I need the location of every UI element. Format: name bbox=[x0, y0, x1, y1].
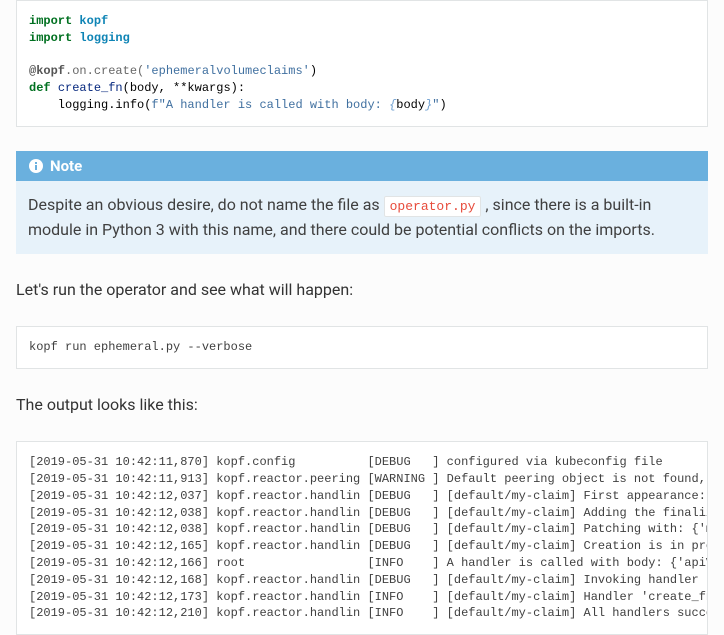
punct: ) bbox=[310, 64, 317, 78]
note-body: Despite an obvious desire, do not name t… bbox=[16, 181, 708, 255]
paragraph-run: Let's run the operator and see what will… bbox=[16, 278, 708, 302]
inline-code-operator-py: operator.py bbox=[384, 196, 482, 217]
call: logging.info( bbox=[29, 98, 151, 112]
kw-import: import bbox=[29, 31, 72, 45]
output-block: [2019-05-31 10:42:11,870] kopf.config [D… bbox=[16, 441, 708, 635]
punct: .on.create( bbox=[65, 64, 144, 78]
log-line: [2019-05-31 10:42:12,038] kopf.reactor.h… bbox=[29, 522, 708, 536]
log-line: [2019-05-31 10:42:12,166] root [INFO ] A… bbox=[29, 556, 708, 570]
note-text-pre: Despite an obvious desire, do not name t… bbox=[28, 195, 384, 214]
log-line: [2019-05-31 10:42:12,210] kopf.reactor.h… bbox=[29, 606, 708, 620]
paragraph-output: The output looks like this: bbox=[16, 393, 708, 417]
mod-logging: logging bbox=[79, 31, 129, 45]
var: body bbox=[396, 98, 425, 112]
log-line: [2019-05-31 10:42:12,037] kopf.reactor.h… bbox=[29, 489, 708, 503]
python-code-block: import kopf import logging @kopf.on.crea… bbox=[16, 0, 708, 127]
mod-kopf: kopf bbox=[79, 14, 108, 28]
log-line: [2019-05-31 10:42:11,913] kopf.reactor.p… bbox=[29, 472, 708, 486]
log-line: [2019-05-31 10:42:12,038] kopf.reactor.h… bbox=[29, 506, 708, 520]
fn-name: create_fn bbox=[58, 81, 123, 95]
log-line: [2019-05-31 10:42:12,168] kopf.reactor.h… bbox=[29, 573, 708, 587]
kw-def: def bbox=[29, 81, 51, 95]
kw-import: import bbox=[29, 14, 72, 28]
punct: ) bbox=[439, 98, 446, 112]
info-circle-icon bbox=[28, 158, 44, 174]
note-admonition: Note Despite an obvious desire, do not n… bbox=[16, 151, 708, 255]
fstring: f"A handler is called with body: bbox=[151, 98, 389, 112]
shell-code-block: kopf run ephemeral.py --verbose bbox=[16, 326, 708, 369]
note-title-bar: Note bbox=[16, 151, 708, 181]
note-title-text: Note bbox=[50, 157, 82, 175]
log-line: [2019-05-31 10:42:11,870] kopf.config [D… bbox=[29, 455, 663, 469]
string: 'ephemeralvolumeclaims' bbox=[144, 64, 310, 78]
decorator: @kopf bbox=[29, 64, 65, 78]
log-line: [2019-05-31 10:42:12,165] kopf.reactor.h… bbox=[29, 539, 708, 553]
log-line: [2019-05-31 10:42:12,173] kopf.reactor.h… bbox=[29, 590, 708, 604]
shell-cmd: kopf run ephemeral.py --verbose bbox=[29, 340, 252, 354]
sig: (body, **kwargs): bbox=[123, 81, 245, 95]
